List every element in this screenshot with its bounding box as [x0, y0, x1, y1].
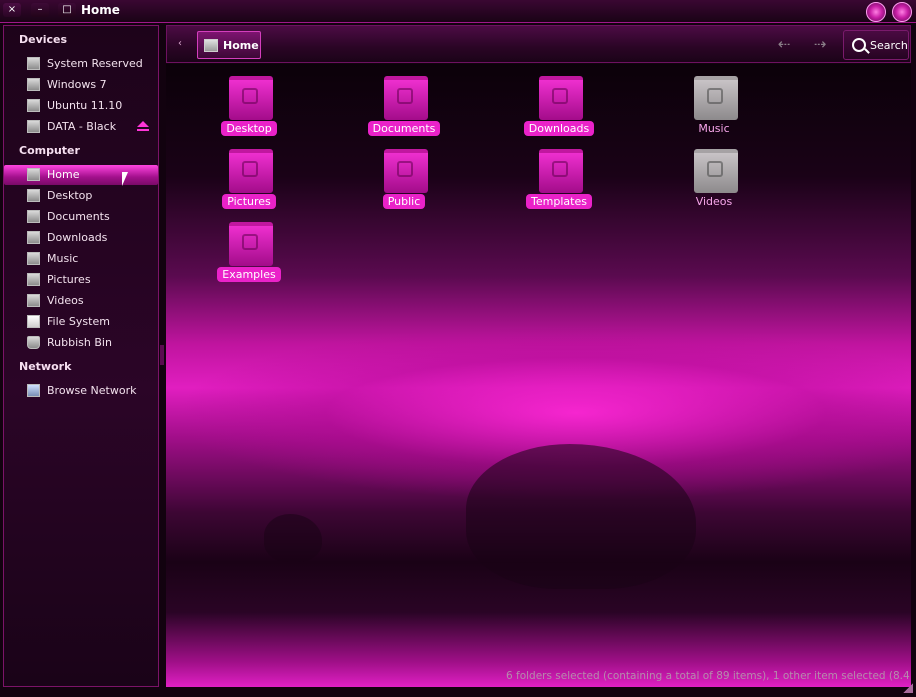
folder-label: Downloads: [523, 121, 595, 136]
resize-grip-icon[interactable]: [903, 683, 913, 693]
network-icon: [27, 384, 40, 397]
sidebar-item-windows-7[interactable]: Windows 7: [4, 75, 158, 95]
sidebar-resize-handle[interactable]: [160, 345, 164, 365]
documents-folder-icon: [27, 210, 40, 223]
search-label: Search: [870, 39, 908, 52]
breadcrumb-label: Home: [223, 39, 259, 52]
folder-label: Public: [382, 194, 426, 209]
desktop-folder-icon: [27, 189, 40, 202]
folder-examples[interactable]: Examples: [189, 222, 309, 290]
close-window-button[interactable]: ×: [3, 3, 21, 17]
folder-templates[interactable]: Templates: [499, 149, 619, 217]
sidebar-item-label: Downloads: [47, 231, 108, 244]
eject-icon[interactable]: [137, 121, 149, 131]
downloads-folder-icon: [539, 76, 583, 120]
videos-folder-icon: [694, 149, 738, 193]
folder-label: Examples: [217, 267, 281, 282]
sidebar-item-downloads[interactable]: Downloads: [4, 228, 158, 248]
public-folder-icon: [384, 149, 428, 193]
documents-folder-icon: [384, 76, 428, 120]
sidebar-item-label: Windows 7: [47, 78, 107, 91]
downloads-folder-icon: [27, 231, 40, 244]
folder-label: Music: [698, 122, 730, 135]
sidebar-item-browse-network[interactable]: Browse Network: [4, 381, 158, 401]
back-button[interactable]: ⇠: [771, 34, 797, 54]
sidebar-item-label: Desktop: [47, 189, 93, 202]
folder-pictures[interactable]: Pictures: [189, 149, 309, 217]
music-folder-icon: [27, 252, 40, 265]
breadcrumb-scroll-left-icon[interactable]: ‹: [178, 38, 182, 49]
folder-downloads[interactable]: Downloads: [499, 76, 619, 144]
title-bar: × – □ Home: [0, 0, 916, 23]
mouse-pointer-icon: [122, 172, 128, 186]
sidebar-item-data-black[interactable]: DATA - Black: [4, 117, 158, 137]
sidebar-item-home[interactable]: Home: [4, 165, 158, 185]
breadcrumb-home[interactable]: Home: [197, 31, 261, 59]
location-toolbar: ‹ Home ⇠ ⇢ Search: [166, 25, 911, 63]
background-rock: [264, 514, 322, 562]
folder-label: Videos: [695, 195, 733, 208]
folder-label: Pictures: [222, 194, 276, 209]
search-icon: [852, 38, 866, 52]
background-rock: [466, 444, 696, 589]
drive-icon: [27, 57, 40, 70]
sidebar-item-rubbish-bin[interactable]: Rubbish Bin: [4, 333, 158, 353]
sidebar-item-label: Ubuntu 11.10: [47, 99, 123, 112]
music-folder-icon: [694, 76, 738, 120]
drive-icon: [27, 78, 40, 91]
sidebar-item-file-system[interactable]: File System: [4, 312, 158, 332]
status-bar: 6 folders selected (containing a total o…: [506, 670, 911, 682]
sidebar-item-label: Pictures: [47, 273, 91, 286]
sidebar-item-label: Documents: [47, 210, 110, 223]
pictures-folder-icon: [229, 149, 273, 193]
sidebar-item-videos[interactable]: Videos: [4, 291, 158, 311]
drive-icon: [27, 120, 40, 133]
maximize-window-button[interactable]: □: [58, 3, 76, 17]
power-icon[interactable]: [866, 2, 886, 22]
sidebar-item-desktop[interactable]: Desktop: [4, 186, 158, 206]
sidebar-item-music[interactable]: Music: [4, 249, 158, 269]
desktop-folder-icon: [229, 76, 273, 120]
section-title-devices: Devices: [19, 33, 68, 46]
sidebar-item-label: Home: [47, 168, 80, 181]
sidebar-item-label: Rubbish Bin: [47, 336, 112, 349]
sidebar-item-system-reserved[interactable]: System Reserved: [4, 54, 158, 74]
section-title-computer: Computer: [19, 144, 80, 157]
window-title: Home: [81, 3, 120, 17]
sidebar-item-label: Music: [47, 252, 79, 265]
folder-videos[interactable]: Videos: [654, 149, 774, 217]
trash-icon: [27, 336, 40, 349]
videos-folder-icon: [27, 294, 40, 307]
home-folder-icon: [204, 39, 218, 52]
folder-public[interactable]: Public: [344, 149, 464, 217]
home-folder-icon: [27, 168, 40, 181]
file-system-icon: [27, 315, 40, 328]
folder-music[interactable]: Music: [654, 76, 774, 144]
sidebar-item-pictures[interactable]: Pictures: [4, 270, 158, 290]
sidebar-item-documents[interactable]: Documents: [4, 207, 158, 227]
section-title-network: Network: [19, 360, 72, 373]
drive-icon: [27, 99, 40, 112]
sidebar-item-label: Browse Network: [47, 384, 137, 397]
folder-label: Documents: [367, 121, 441, 136]
folder-desktop[interactable]: Desktop: [189, 76, 309, 144]
pictures-folder-icon: [27, 273, 40, 286]
sidebar-item-label: System Reserved: [47, 57, 143, 70]
sidebar-item-label: File System: [47, 315, 110, 328]
sidebar-item-ubuntu[interactable]: Ubuntu 11.10: [4, 96, 158, 116]
places-sidebar: Devices System Reserved Windows 7 Ubuntu…: [3, 25, 159, 687]
templates-folder-icon: [539, 149, 583, 193]
folder-documents[interactable]: Documents: [344, 76, 464, 144]
folder-label: Desktop: [221, 121, 277, 136]
folder-label: Templates: [526, 194, 592, 209]
examples-link-icon: [229, 222, 273, 266]
forward-button[interactable]: ⇢: [807, 34, 833, 54]
ubuntu-logo-icon[interactable]: [892, 2, 912, 22]
sidebar-item-label: DATA - Black: [47, 120, 117, 133]
sidebar-item-label: Videos: [47, 294, 84, 307]
minimize-window-button[interactable]: –: [31, 3, 49, 17]
file-view[interactable]: Desktop Documents Downloads Music Pictur…: [166, 64, 911, 687]
search-button[interactable]: Search: [843, 30, 909, 60]
